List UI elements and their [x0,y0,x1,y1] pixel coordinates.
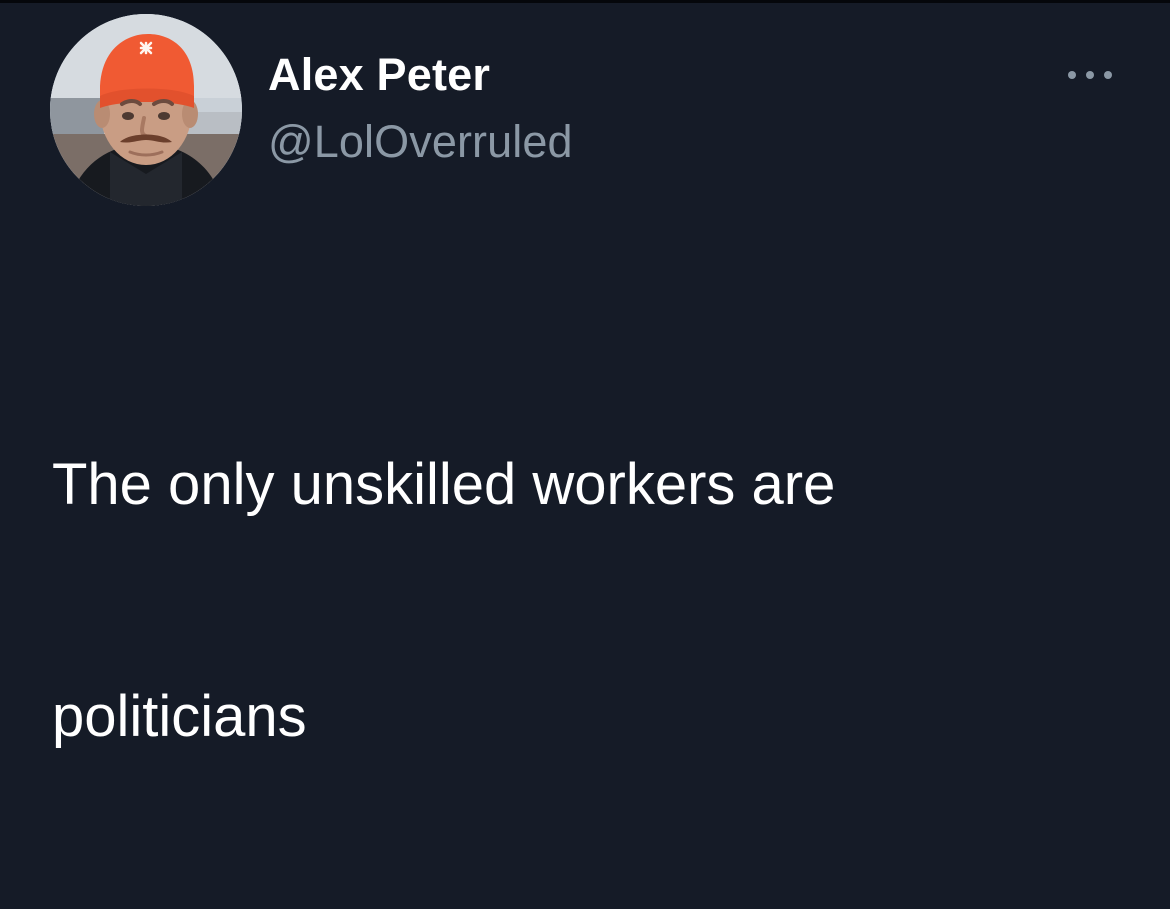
display-name[interactable]: Alex Peter [268,52,490,97]
tweet-text-line-2: politicians [52,683,307,749]
more-horizontal-icon [1068,71,1112,79]
top-divider [0,0,1170,3]
user-handle[interactable]: @LolOverruled [268,119,573,164]
profile-photo-icon [50,14,242,206]
more-options-button[interactable] [1060,58,1120,92]
tweet-text-line-1: The only unskilled workers are [52,452,836,518]
avatar[interactable] [50,14,242,206]
tweet-card: Alex Peter @LolOverruled The only unskil… [0,0,1170,749]
tweet-text: The only unskilled workers are politicia… [52,292,1122,909]
